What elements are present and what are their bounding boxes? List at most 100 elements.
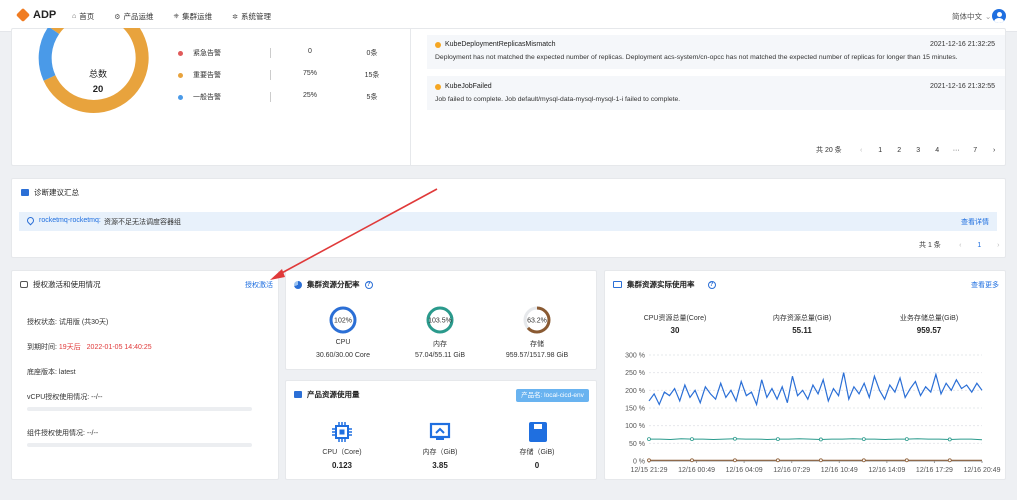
x-tick-label: 12/16 00:49 — [678, 467, 715, 474]
expire-label: 到期时间: — [27, 344, 57, 351]
card-title: 集群资源实际使用率 — [627, 280, 695, 289]
cluster-cpu-total-value: 30 — [670, 326, 680, 335]
y-tick-label: 100 % — [625, 423, 645, 430]
annotation-arrow — [270, 188, 438, 280]
product-storage-label: 存储（GiB) — [519, 449, 555, 456]
expire-date: 2022-01-05 14:40:25 — [86, 344, 152, 351]
alert-item[interactable]: KubeDeploymentReplicasMismatch 2021-12-1… — [427, 35, 1005, 69]
cluster-storage-total-label: 业务存储总量(GiB) — [899, 315, 959, 322]
page-button[interactable]: 3 — [909, 147, 928, 154]
page-button[interactable]: 1 — [871, 147, 890, 154]
product-storage-value: 0 — [534, 461, 540, 470]
legend-row-urgent: 紧急告警 — [178, 48, 221, 58]
series-point — [776, 458, 780, 463]
user-avatar[interactable] — [992, 9, 1006, 23]
next-page-button[interactable]: › — [985, 147, 1004, 154]
legend-percent: 0 — [308, 48, 312, 55]
series-line — [649, 438, 983, 441]
nav-item-home[interactable]: ⌂ 首页 — [72, 11, 94, 22]
view-details-link[interactable]: 查看详情 — [961, 217, 989, 227]
help-icon[interactable]: ? — [707, 280, 716, 289]
memory-gauge-value: 57.04/55.11 GiB — [414, 352, 466, 359]
x-tick-label: 12/15 21:29 — [631, 467, 668, 474]
page-ellipsis[interactable]: ··· — [947, 147, 966, 154]
vcpu-usage-bar — [27, 407, 252, 411]
gear-icon: ⚙ — [114, 13, 121, 21]
diagnosis-title-row: 诊断建议汇总 — [21, 187, 79, 198]
diagnosis-text: 资源不足无法调度容器组 — [104, 219, 181, 226]
donut-total: 20 — [92, 84, 104, 95]
legend-count: 15条 — [364, 72, 380, 79]
alert-description: Job failed to complete. Job default/mysq… — [435, 96, 681, 103]
diagnosis-icon — [21, 189, 29, 196]
cluster-memory-total-label: 内存资源总量(GiB) — [772, 315, 832, 322]
y-tick-label: 300 % — [625, 353, 645, 360]
logo-icon — [15, 7, 31, 23]
arrow-line — [277, 188, 438, 276]
cpu-gauge-value: 30.60/30.00 Core — [315, 352, 371, 359]
expire-days: 19天后 — [58, 344, 81, 351]
diagnosis-item[interactable]: rocketmq-rocketmq: 资源不足无法调度容器组 查看详情 — [19, 212, 997, 231]
x-tick-label: 12/16 04:09 — [726, 467, 763, 474]
series-point — [904, 437, 909, 441]
next-page-button[interactable]: › — [989, 242, 1008, 249]
alert-name-row: KubeDeploymentReplicasMismatch — [435, 41, 556, 48]
component-usage-bar — [27, 443, 252, 447]
y-tick-label: 250 % — [625, 370, 645, 377]
alert-item[interactable]: KubeJobFailed 2021-12-16 21:32:55 Job fa… — [427, 76, 1005, 110]
nav-label: 产品运维 — [123, 12, 154, 21]
page-button[interactable]: 2 — [890, 147, 909, 154]
alert-pagination: 共 20 条 ‹ 1 2 3 4 ··· 7 › — [816, 145, 1004, 155]
legend-name: 一般告警 — [193, 94, 221, 101]
license-expire-row: 到期时间: 19天后 2022-01-05 14:40:25 — [27, 342, 152, 352]
donut-segment-normal — [38, 28, 60, 81]
series-point — [861, 437, 866, 441]
cluster-icon: ⎈ — [173, 12, 180, 20]
legend-row-important: 重要告警 — [178, 70, 221, 80]
nav-label: 集群运维 — [182, 12, 213, 21]
page-button[interactable]: 4 — [928, 147, 947, 154]
x-tick-label: 12/16 17:29 — [916, 467, 953, 474]
series-point — [647, 458, 651, 463]
vcpu-usage: vCPU授权使用情况: --/-- — [27, 394, 103, 401]
product-usage-icon — [294, 391, 302, 398]
legend-name: 紧急告警 — [193, 50, 221, 57]
nav-item-system[interactable]: ✲ 系统管理 — [232, 11, 271, 22]
page-button[interactable]: 7 — [966, 147, 985, 154]
y-tick-label: 0 % — [633, 459, 645, 466]
logo-text: ADP — [33, 9, 57, 21]
divider — [270, 48, 271, 58]
app-logo[interactable]: ADP — [15, 7, 57, 23]
base-version: 底座版本: latest — [27, 369, 76, 376]
donut-center-label: 总数 — [88, 69, 107, 79]
series-point — [818, 437, 823, 442]
series-point — [690, 437, 694, 441]
cluster-cpu-total-label: CPU资源总量(Core) — [643, 315, 707, 322]
storage-gauge-value: 959.57/1517.98 GiB — [505, 352, 569, 359]
diagnosis-pagination: 共 1 条 ‹ 1 › — [919, 240, 1008, 250]
product-select[interactable]: 产品名: local-cicd-env — [516, 389, 589, 402]
series-point — [947, 437, 952, 442]
alert-name-row: KubeJobFailed — [435, 83, 492, 90]
legend-name: 重要告警 — [193, 72, 221, 79]
page-button[interactable]: 1 — [970, 242, 989, 249]
legend-dot — [178, 50, 183, 56]
nav-item-cluster-ops[interactable]: ⎈ 集群运维 — [174, 11, 213, 22]
view-more-link[interactable]: 查看更多 — [971, 280, 999, 290]
series-point — [904, 458, 909, 463]
license-icon — [20, 281, 28, 288]
legend-count: 0条 — [366, 50, 378, 57]
legend-percent: 25% — [302, 92, 317, 99]
warning-icon — [435, 41, 441, 48]
storage-gauge-percent: 63.2% — [527, 318, 547, 325]
x-tick-label: 12/16 07:29 — [773, 467, 810, 474]
cpu-icon — [332, 422, 352, 442]
nav-label: 系统管理 — [241, 12, 271, 21]
alert-description: Deployment has not matched the expected … — [435, 54, 958, 61]
nav-item-product-ops[interactable]: ⚙ 产品运维 — [114, 11, 153, 22]
language-label: 简体中文 — [952, 12, 982, 21]
prev-page-button[interactable]: ‹ — [951, 242, 970, 249]
memory-gauge-percent: 103.5% — [428, 318, 452, 325]
prev-page-button[interactable]: ‹ — [852, 147, 871, 154]
language-selector[interactable]: 简体中文 ⌄ — [952, 11, 991, 22]
